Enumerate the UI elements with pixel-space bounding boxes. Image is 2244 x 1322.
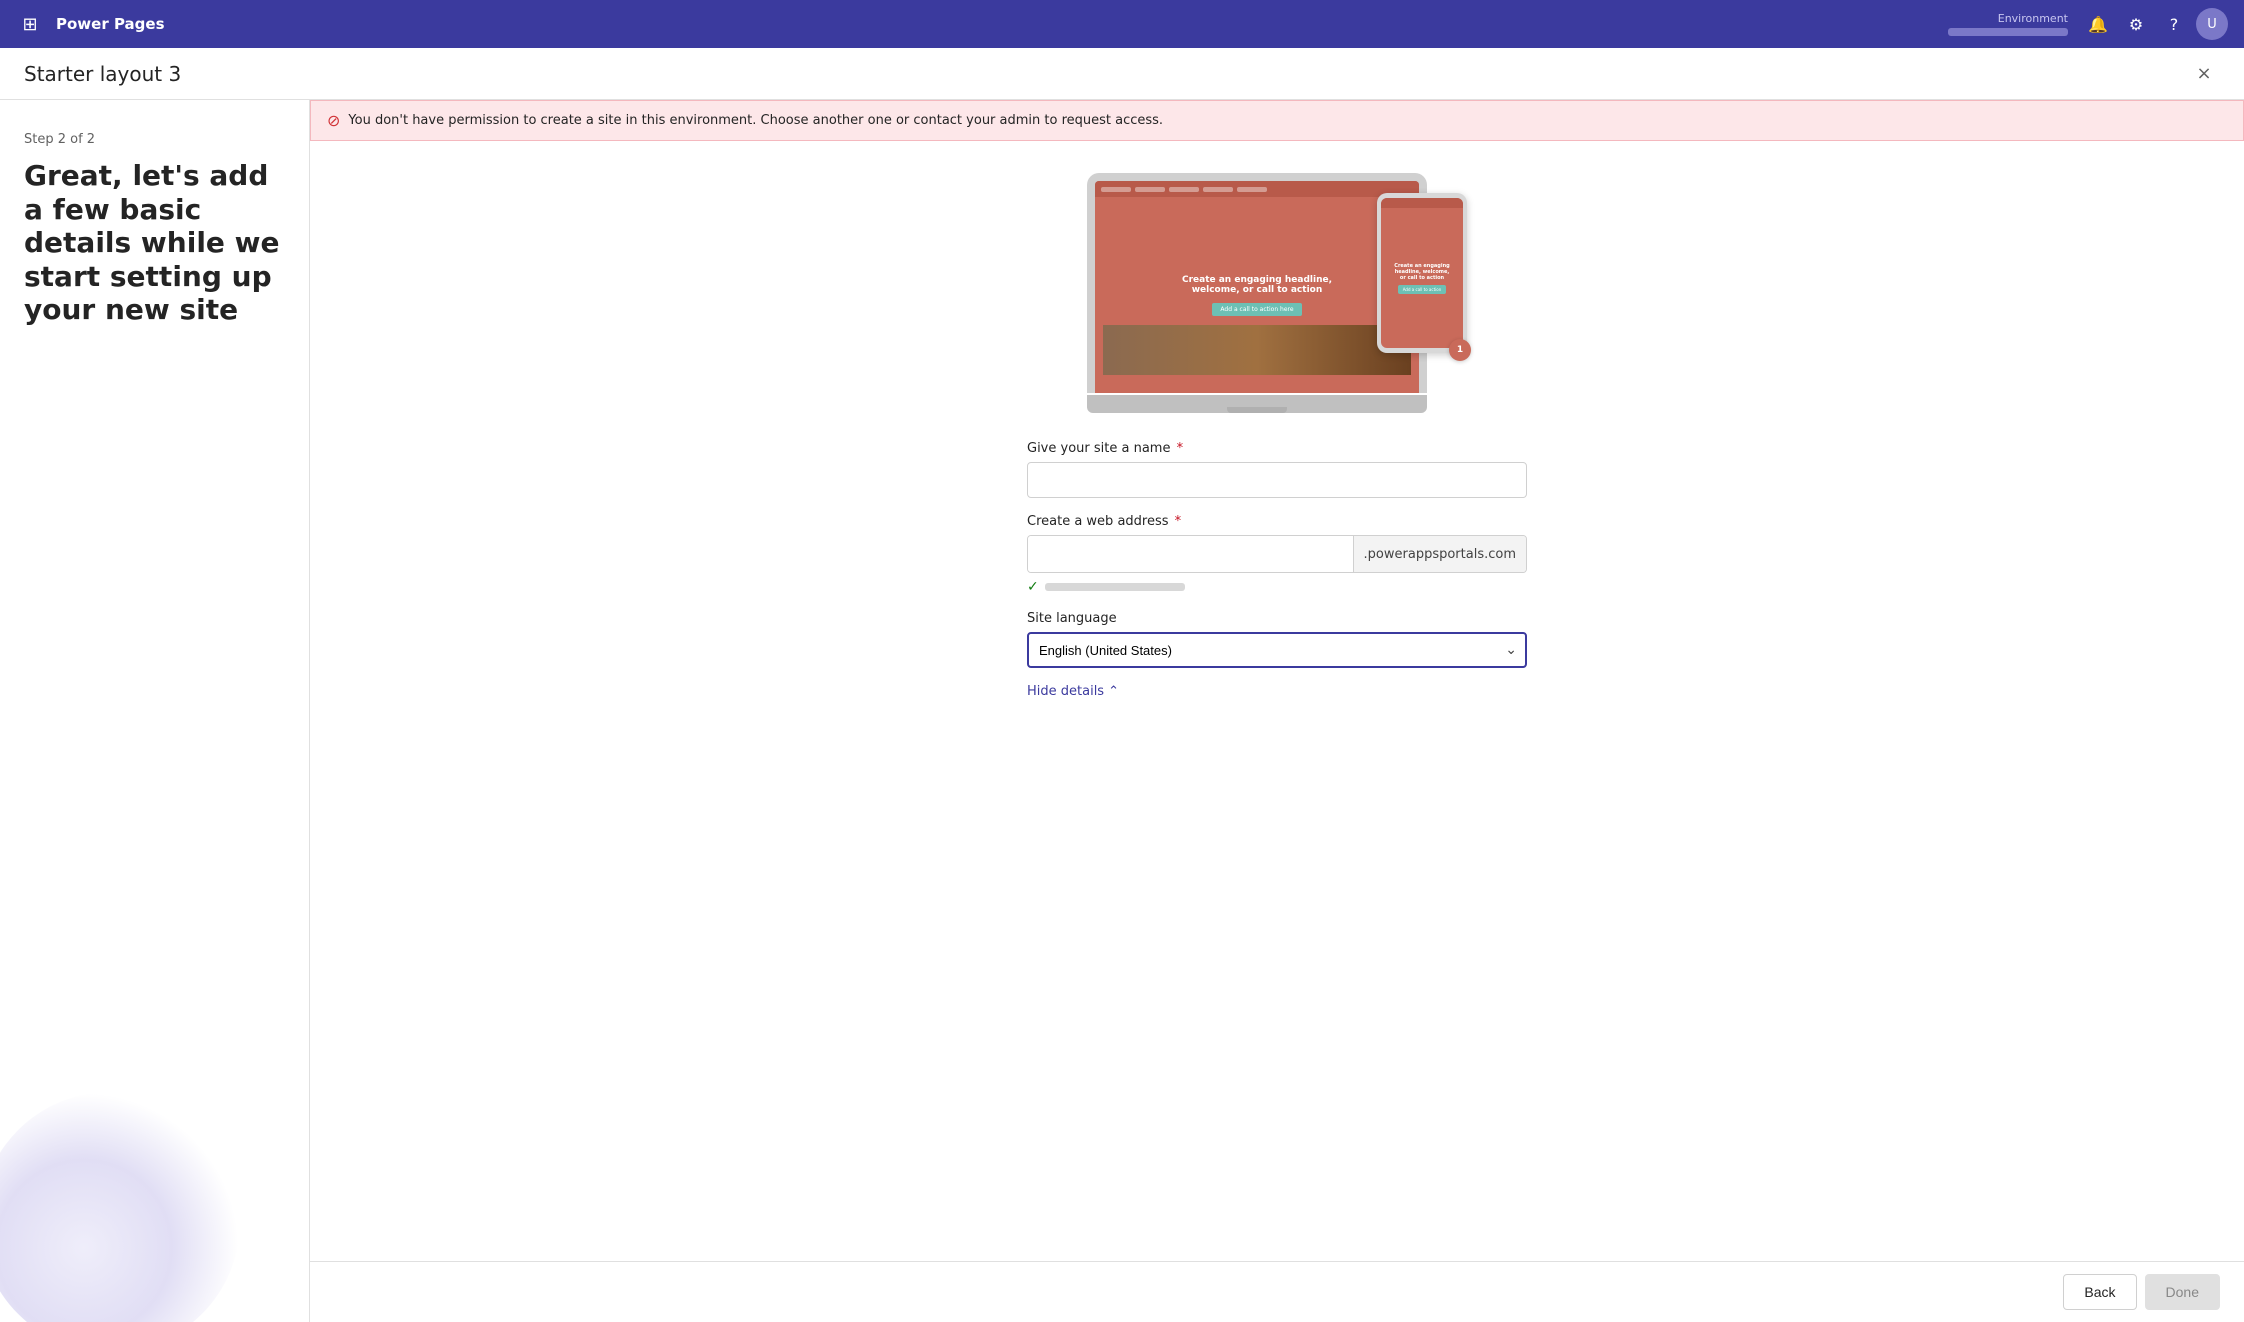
web-address-input[interactable] bbox=[1028, 536, 1353, 572]
nav-dot-3 bbox=[1169, 187, 1199, 192]
done-button[interactable]: Done bbox=[2145, 1274, 2220, 1310]
web-address-suffix: .powerappsportals.com bbox=[1353, 536, 1526, 572]
left-panel: Step 2 of 2 Great, let's add a few basic… bbox=[0, 100, 310, 1322]
close-button[interactable]: × bbox=[2188, 58, 2220, 90]
site-language-select-wrapper: English (United States) French (France) … bbox=[1027, 632, 1527, 668]
hide-details-link[interactable]: Hide details ⌃ bbox=[1027, 684, 1527, 699]
validation-checkmark: ✓ bbox=[1027, 579, 1039, 595]
chevron-up-icon: ⌃ bbox=[1108, 684, 1119, 699]
page-header: Starter layout 3 × bbox=[0, 48, 2244, 100]
laptop-frame: Create an engaging headline,welcome, or … bbox=[1087, 173, 1427, 393]
site-language-select[interactable]: English (United States) French (France) … bbox=[1027, 632, 1527, 668]
error-message: You don't have permission to create a si… bbox=[348, 113, 1163, 128]
site-name-label: Give your site a name * bbox=[1027, 441, 1527, 456]
validation-text bbox=[1045, 583, 1185, 591]
mobile-frame: Create an engagingheadline, welcome,or c… bbox=[1377, 193, 1467, 353]
topnav: ⊞ Power Pages Environment 🔔 ⚙ ? U bbox=[0, 0, 2244, 48]
page-title: Starter layout 3 bbox=[24, 62, 2188, 86]
nav-dot-4 bbox=[1203, 187, 1233, 192]
step-heading: Great, let's add a few basic details whi… bbox=[24, 159, 285, 327]
app-title: Power Pages bbox=[56, 15, 1936, 33]
environment-label: Environment bbox=[1998, 12, 2068, 25]
error-icon: ⊘ bbox=[327, 111, 340, 130]
environment-info: Environment bbox=[1948, 12, 2068, 36]
laptop-nav-bar bbox=[1095, 181, 1419, 197]
laptop-image-strip bbox=[1103, 325, 1411, 375]
notifications-icon[interactable]: 🔔 bbox=[2082, 8, 2114, 40]
web-address-group: Create a web address * .powerappsportals… bbox=[1027, 514, 1527, 595]
main-layout: Step 2 of 2 Great, let's add a few basic… bbox=[0, 100, 2244, 1322]
error-banner: ⊘ You don't have permission to create a … bbox=[310, 100, 2244, 141]
laptop-hero-text: Create an engaging headline,welcome, or … bbox=[1182, 275, 1332, 295]
site-language-group: Site language English (United States) Fr… bbox=[1027, 611, 1527, 668]
footer: Back Done bbox=[310, 1261, 2244, 1322]
mobile-badge: 1 bbox=[1449, 339, 1471, 361]
laptop-cta-btn: Add a call to action here bbox=[1212, 303, 1301, 316]
nav-dot-1 bbox=[1101, 187, 1131, 192]
step-label: Step 2 of 2 bbox=[24, 132, 285, 147]
environment-value bbox=[1948, 28, 2068, 36]
site-language-label: Site language bbox=[1027, 611, 1527, 626]
device-preview: Create an engaging headline,welcome, or … bbox=[1087, 173, 1467, 413]
right-panel: ⊘ You don't have permission to create a … bbox=[310, 100, 2244, 1322]
mobile-screen: Create an engagingheadline, welcome,or c… bbox=[1381, 198, 1463, 348]
web-address-required: * bbox=[1175, 514, 1182, 529]
nav-dot-2 bbox=[1135, 187, 1165, 192]
mobile-hero: Create an engagingheadline, welcome,or c… bbox=[1381, 208, 1463, 348]
site-name-group: Give your site a name * bbox=[1027, 441, 1527, 498]
help-icon[interactable]: ? bbox=[2158, 8, 2190, 40]
settings-icon[interactable]: ⚙ bbox=[2120, 8, 2152, 40]
waffle-icon[interactable]: ⊞ bbox=[16, 10, 44, 38]
topnav-right: Environment 🔔 ⚙ ? U bbox=[1948, 8, 2228, 40]
web-address-validation: ✓ bbox=[1027, 579, 1527, 595]
site-name-input[interactable] bbox=[1027, 462, 1527, 498]
mobile-nav bbox=[1381, 198, 1463, 208]
mobile-cta-btn: Add a call to action bbox=[1398, 285, 1446, 294]
laptop-base-notch bbox=[1227, 407, 1287, 413]
user-avatar[interactable]: U bbox=[2196, 8, 2228, 40]
web-address-label: Create a web address * bbox=[1027, 514, 1527, 529]
nav-dot-5 bbox=[1237, 187, 1267, 192]
laptop-screen: Create an engaging headline,welcome, or … bbox=[1095, 181, 1419, 393]
site-name-required: * bbox=[1177, 441, 1184, 456]
decorative-blob bbox=[0, 1092, 240, 1322]
web-address-row: .powerappsportals.com bbox=[1027, 535, 1527, 573]
hide-details-label: Hide details bbox=[1027, 684, 1104, 699]
content-area: Create an engaging headline,welcome, or … bbox=[310, 141, 2244, 1261]
laptop-base bbox=[1087, 395, 1427, 413]
form-section: Give your site a name * Create a web add… bbox=[1027, 441, 1527, 699]
mobile-hero-text: Create an engagingheadline, welcome,or c… bbox=[1394, 263, 1449, 281]
back-button[interactable]: Back bbox=[2063, 1274, 2136, 1310]
